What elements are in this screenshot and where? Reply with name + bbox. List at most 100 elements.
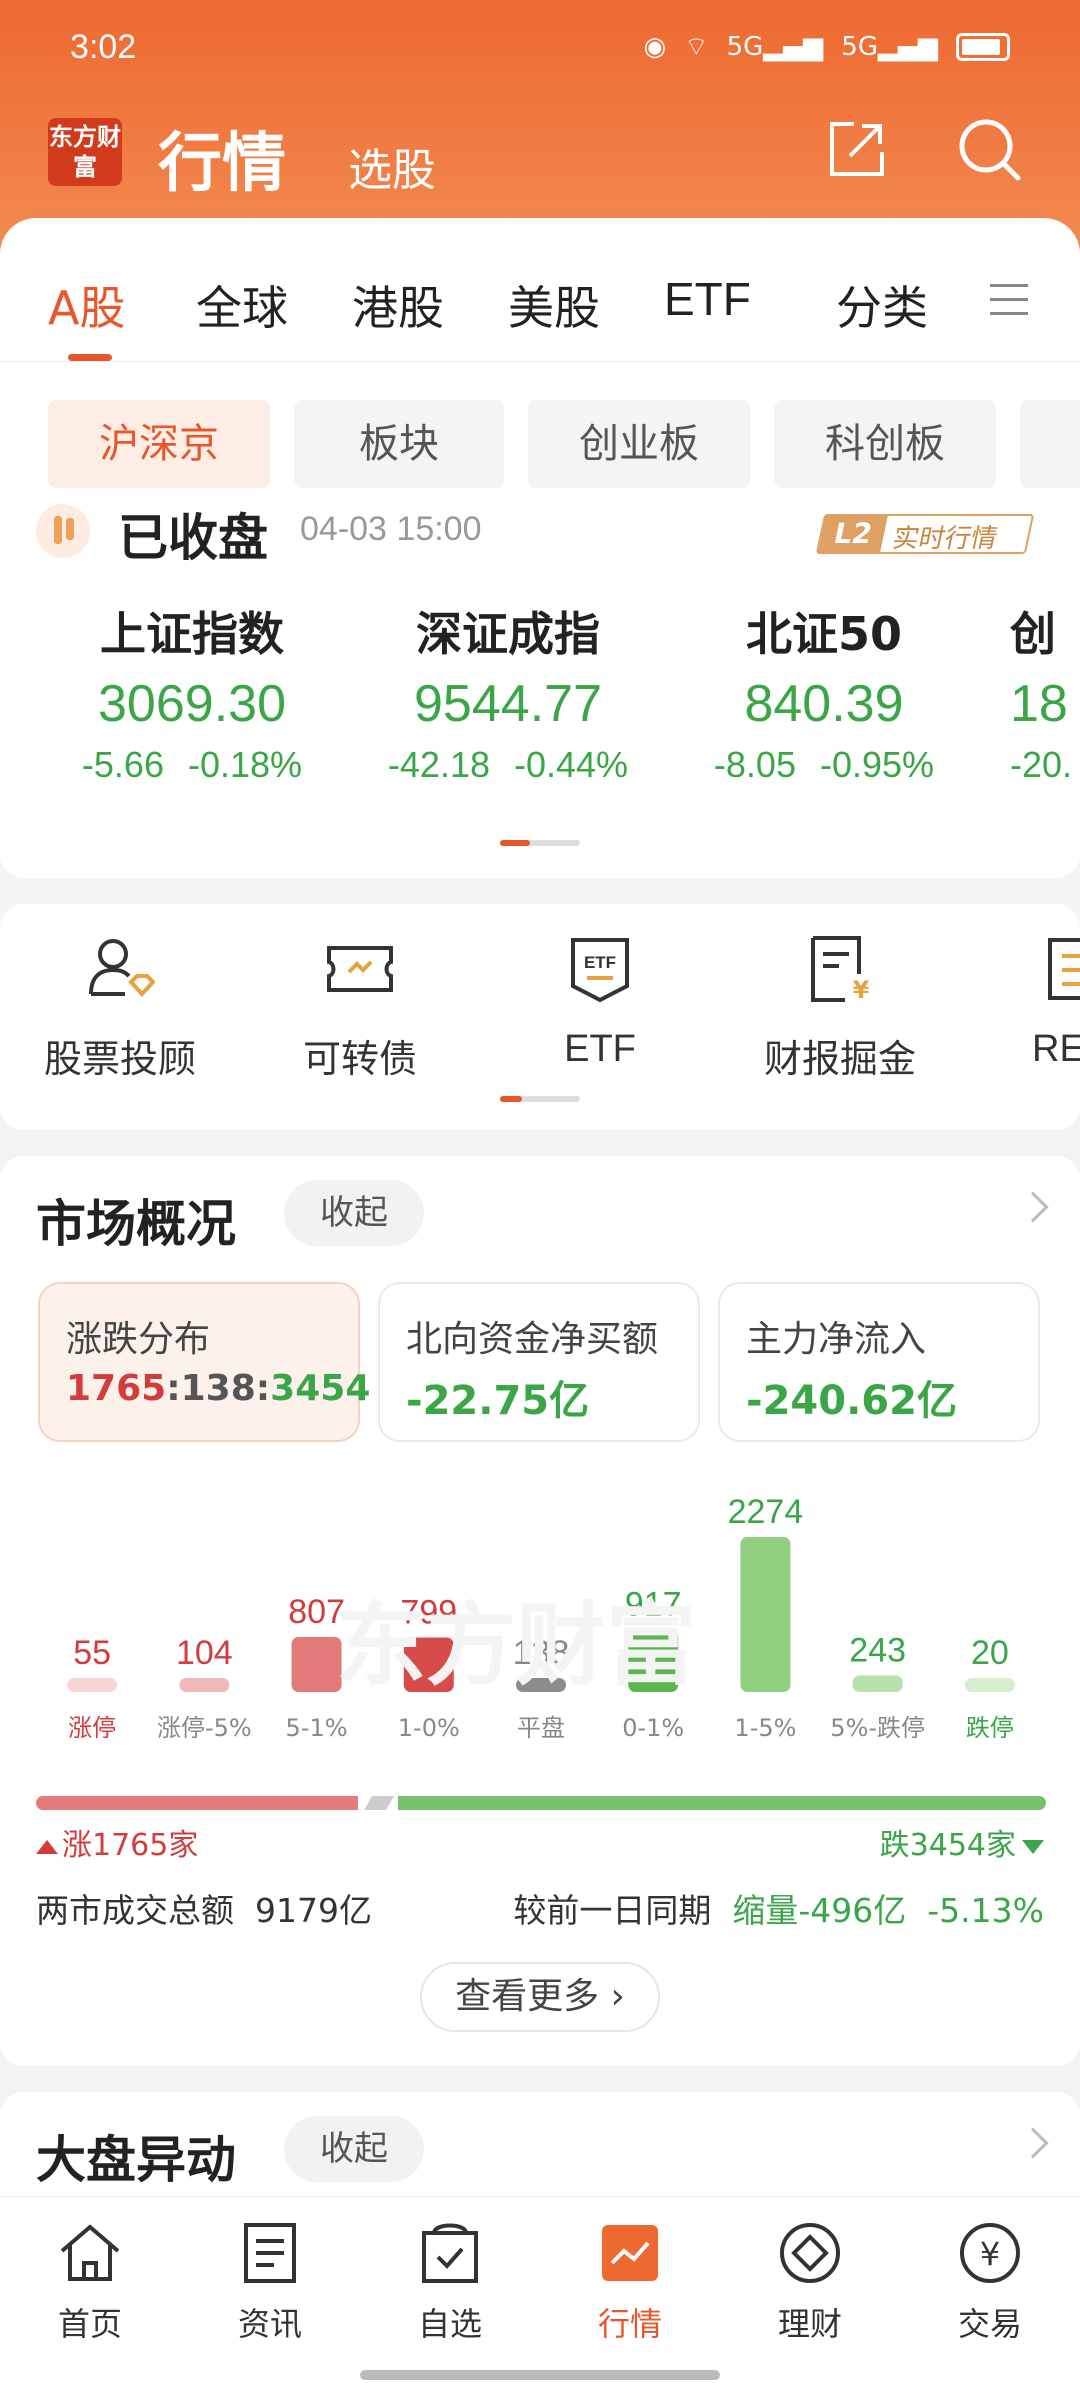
nav-label: 行情 bbox=[597, 2305, 662, 2343]
stat-value: 1765:138:3454 bbox=[66, 1368, 371, 1409]
tab-indicator bbox=[68, 354, 112, 361]
market-closed-label: 已收盘 bbox=[118, 509, 268, 567]
l2-realtime-badge[interactable]: L2 实时行情 bbox=[815, 514, 1035, 554]
subtab-chinext[interactable]: 创业板 bbox=[528, 400, 750, 488]
candlestick-icon bbox=[36, 504, 90, 558]
up-ratio bbox=[36, 1796, 358, 1810]
app-logo: 东方财富 bbox=[48, 118, 122, 186]
svg-text:ETF: ETF bbox=[584, 953, 616, 972]
index-name: 北证50 bbox=[745, 607, 902, 661]
market-icon bbox=[602, 2225, 658, 2281]
market-card: A股 全球 港股 美股 ETF 分类 沪深京 板块 创业板 科创板 已收盘 04… bbox=[0, 218, 1080, 878]
section-title: 市场概况 bbox=[36, 1195, 236, 1253]
subtab-star[interactable]: 科创板 bbox=[774, 400, 996, 488]
chart-category-label: 5-1% bbox=[286, 1714, 348, 1742]
tool-advisor[interactable]: 股票投顾 bbox=[20, 934, 220, 1083]
trade-icon: ¥ bbox=[960, 2223, 1020, 2283]
page-title: 行情 bbox=[158, 127, 286, 201]
tool-re[interactable]: RE bbox=[980, 934, 1080, 1071]
turnover-compare: 较前一日同期 缩量-496亿 -5.13% bbox=[513, 1891, 1044, 1930]
subtab-sector[interactable]: 板块 bbox=[294, 400, 504, 488]
chart-bar bbox=[852, 1675, 903, 1692]
stat-value: -240.62亿 bbox=[746, 1378, 957, 1424]
nav-label: 自选 bbox=[417, 2305, 482, 2343]
wifi-icon: ⌔ bbox=[684, 32, 709, 62]
tab-hk[interactable]: 港股 bbox=[352, 272, 444, 338]
menu-icon[interactable] bbox=[990, 284, 1028, 316]
status-bar: 3:02 ◉ ⌔ 5G▂▄▆ 5G▂▄▆ bbox=[0, 0, 1080, 100]
l2-label: L2 bbox=[818, 516, 888, 552]
battery-icon bbox=[956, 32, 1010, 61]
advisor-icon bbox=[89, 939, 156, 997]
stat-northbound[interactable]: 北向资金净买额 -22.75亿 bbox=[378, 1282, 700, 1442]
index-name: 深证成指 bbox=[416, 607, 600, 661]
chart-category-label: 涨停-5% bbox=[157, 1714, 252, 1742]
tool-label: ETF bbox=[564, 1028, 636, 1070]
collapse-button[interactable]: 收起 bbox=[284, 2116, 424, 2182]
chevron-right-icon[interactable] bbox=[1017, 1191, 1049, 1223]
tools-pager bbox=[500, 1096, 580, 1102]
chevron-right-icon[interactable] bbox=[1017, 2127, 1049, 2159]
chart-bar bbox=[67, 1678, 118, 1692]
index-carousel: 上证指数 3069.30 -5.66 -0.18% 深证成指 9544.77 -4… bbox=[0, 598, 1080, 778]
index-change: -5.66 -0.18% bbox=[81, 744, 303, 778]
svg-text:¥: ¥ bbox=[980, 2235, 1000, 2273]
stat-updown-distribution[interactable]: 涨跌分布 1765:138:3454 bbox=[38, 1282, 370, 1442]
nav-market[interactable]: 行情 bbox=[540, 2219, 720, 2345]
index-card[interactable]: 上证指数 3069.30 -5.66 -0.18% bbox=[32, 598, 352, 778]
view-more-button[interactable]: 查看更多 › bbox=[420, 1962, 660, 2032]
stat-main-inflow[interactable]: 主力净流入 -240.62亿 bbox=[718, 1282, 1040, 1442]
down-count: 跌3454家 bbox=[880, 1820, 1044, 1864]
tool-label: 财报掘金 bbox=[763, 1037, 916, 1081]
tab-us[interactable]: 美股 bbox=[508, 272, 600, 338]
home-indicator[interactable] bbox=[360, 2370, 720, 2380]
tab-etf[interactable]: ETF bbox=[664, 272, 751, 326]
nav-news[interactable]: 资讯 bbox=[180, 2219, 360, 2345]
market-status: 已收盘 04-03 15:00 L2 实时行情 bbox=[36, 500, 1046, 570]
nav-label: 首页 bbox=[57, 2305, 122, 2343]
collapse-button[interactable]: 收起 bbox=[284, 1180, 424, 1246]
arrow-down-icon bbox=[1022, 1839, 1044, 1854]
share-icon[interactable] bbox=[826, 118, 888, 180]
tool-label: RE bbox=[1032, 1028, 1080, 1070]
up-count: 涨1765家 bbox=[36, 1820, 198, 1864]
stock-picker-link[interactable]: 选股 bbox=[348, 134, 436, 198]
nav-home[interactable]: 首页 bbox=[0, 2219, 180, 2345]
subtab-shsz[interactable]: 沪深京 bbox=[48, 400, 270, 488]
chart-category-label: 涨停 bbox=[68, 1714, 116, 1742]
search-icon[interactable] bbox=[956, 116, 1022, 182]
tool-convertible-bond[interactable]: 可转债 bbox=[260, 934, 460, 1083]
nav-label: 理财 bbox=[777, 2305, 842, 2343]
index-pager bbox=[500, 840, 580, 846]
market-overview-card: 市场概况 收起 涨跌分布 1765:138:3454 北向资金净买额 -22.7… bbox=[0, 1156, 1080, 2066]
tab-a-shares[interactable]: A股 bbox=[48, 272, 125, 338]
subtab-more[interactable] bbox=[1020, 400, 1080, 488]
market-tabs: A股 全球 港股 美股 ETF 分类 bbox=[0, 218, 1080, 362]
page: 3:02 ◉ ⌔ 5G▂▄▆ 5G▂▄▆ 东方财富 行情 选股 A股 全球 港股 bbox=[0, 0, 1080, 2400]
tool-financial-report[interactable]: ¥ 财报掘金 bbox=[740, 934, 940, 1083]
watermark: 东方财富 bbox=[336, 1593, 696, 1698]
re-icon bbox=[1048, 938, 1080, 1000]
eye-icon: ◉ bbox=[643, 31, 667, 62]
index-change: -42.18 -0.44% bbox=[387, 744, 629, 778]
index-card[interactable]: 创 18 -20. bbox=[1010, 598, 1080, 778]
tab-category[interactable]: 分类 bbox=[836, 272, 928, 338]
index-value: 840.39 bbox=[744, 675, 904, 733]
index-card[interactable]: 深证成指 9544.77 -42.18 -0.44% bbox=[348, 598, 668, 778]
chart-category-label: 跌停 bbox=[966, 1714, 1014, 1742]
tools-card: 股票投顾 可转债 ETF ETF ¥ 财报掘金 RE bbox=[0, 904, 1080, 1130]
wealth-icon bbox=[780, 2223, 840, 2283]
news-icon bbox=[244, 2223, 296, 2283]
down-ratio bbox=[398, 1796, 1046, 1810]
tool-etf[interactable]: ETF ETF bbox=[500, 934, 700, 1071]
nav-wealth[interactable]: 理财 bbox=[720, 2219, 900, 2345]
nav-watchlist[interactable]: 自选 bbox=[360, 2219, 540, 2345]
index-card[interactable]: 北证50 840.39 -8.05 -0.95% bbox=[664, 598, 984, 778]
nav-trade[interactable]: ¥ 交易 bbox=[900, 2219, 1080, 2345]
signal-icon-2: 5G▂▄▆ bbox=[841, 31, 938, 62]
updown-distribution-chart: 东方财富 55 涨停 104 涨停-5% 807 5-1% 799 1-0% 138 平盘 917 0… bbox=[36, 1472, 1046, 1742]
tab-global[interactable]: 全球 bbox=[196, 272, 288, 338]
status-time: 3:02 bbox=[70, 28, 137, 66]
index-name: 上证指数 bbox=[100, 607, 284, 661]
index-value: 3069.30 bbox=[98, 675, 286, 733]
